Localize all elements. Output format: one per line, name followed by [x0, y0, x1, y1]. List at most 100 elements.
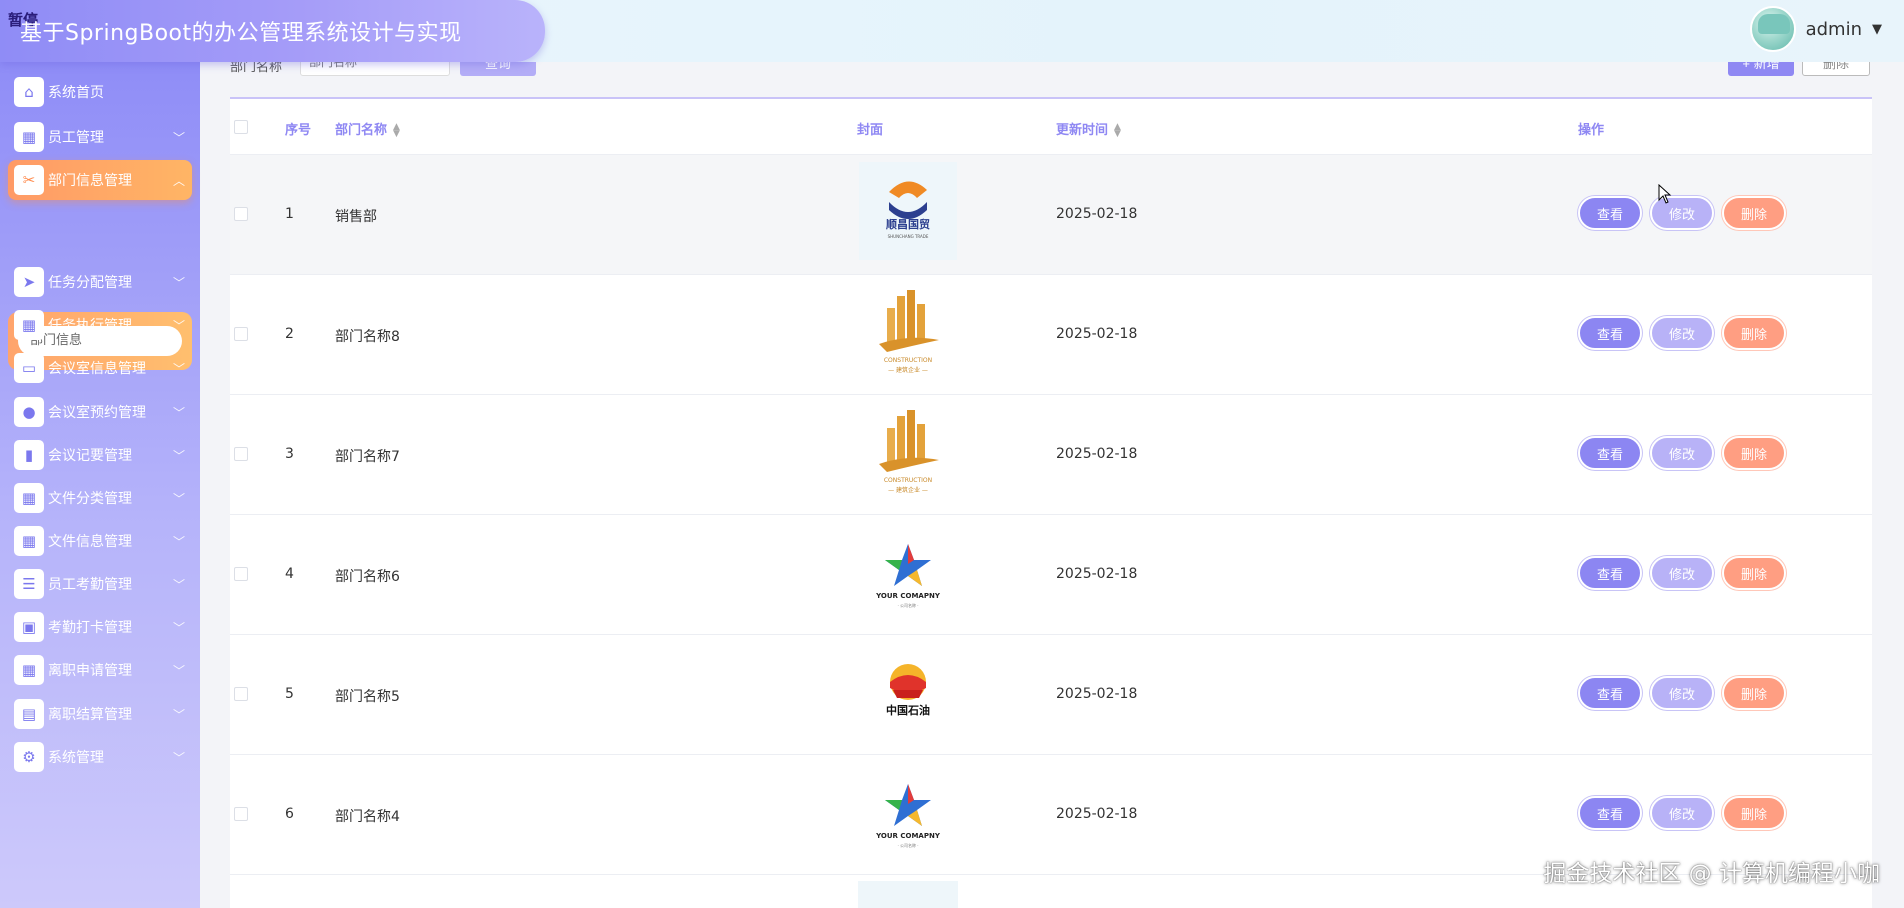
petro-logo[interactable]: 中国石油	[858, 641, 958, 741]
sidebar-item-label: 离职申请管理	[48, 663, 132, 679]
chevron-down-icon[interactable]: ﹀	[166, 706, 192, 723]
edit-button[interactable]: 修改	[1650, 316, 1714, 350]
view-button[interactable]: 查看	[1578, 556, 1642, 590]
table-row[interactable]: 3 部门名称7 CONSTRUCTION — 建筑企业 — 2025-02-18 查看 修改…	[230, 395, 1872, 515]
construction-logo[interactable]: CONSTRUCTION — 建筑企业 —	[858, 281, 958, 381]
row-checkbox[interactable]	[234, 327, 248, 341]
col-name[interactable]: 部门名称 ▲ ▼	[335, 119, 400, 138]
sidebar-item-7[interactable]: ● 会议室预约管理 ﹀	[8, 392, 192, 432]
sidebar-item-2[interactable]: ▦ 员工管理 ﹀	[8, 117, 192, 157]
table-row[interactable]: 2 部门名称8 CONSTRUCTION — 建筑企业 — 2025-02-18 查看 修改…	[230, 275, 1872, 395]
table-row[interactable]: 4 部门名称6 YOUR COMAPNY · 公司名称 · 2025-02-18 查看 修改…	[230, 515, 1872, 635]
sidebar-item-label: 离职结算管理	[48, 707, 132, 723]
ticket-icon: ✂	[14, 165, 44, 195]
data-table: 序号 部门名称 ▲ ▼ 封面 更新时间 ▲ ▼ 操作 1 销售部 顺昌国贸 SHUNCHANG…	[230, 97, 1872, 908]
sidebar-item-14[interactable]: ▤ 离职结算管理 ﹀	[8, 694, 192, 734]
edit-button[interactable]: 修改	[1650, 556, 1714, 590]
row-actions: 查看 修改 删除	[1578, 436, 1786, 470]
chevron-up-icon[interactable]: ︿	[166, 172, 192, 189]
delete-button[interactable]: 删除	[1722, 196, 1786, 230]
row-dept-name: 部门名称4	[335, 809, 400, 825]
sidebar-item-15[interactable]: ⚙ 系统管理 ﹀	[8, 737, 192, 777]
chevron-down-icon[interactable]: ﹀	[166, 447, 192, 464]
delete-button[interactable]: 删除	[1722, 556, 1786, 590]
chevron-down-icon[interactable]: ﹀	[166, 317, 192, 334]
chevron-down-icon[interactable]: ﹀	[166, 274, 192, 291]
clipboard-icon: ▣	[14, 612, 44, 642]
chevron-down-icon[interactable]: ﹀	[166, 490, 192, 507]
delete-button[interactable]: 删除	[1722, 316, 1786, 350]
monitor-icon: ▭	[14, 353, 44, 383]
sidebar-item-8[interactable]: ▮ 会议记要管理 ﹀	[8, 435, 192, 475]
svg-text:顺昌国贸: 顺昌国贸	[886, 217, 930, 231]
notebook-icon: ▮	[14, 440, 44, 470]
user-menu[interactable]: admin ▼	[1749, 6, 1882, 52]
delete-button[interactable]: 删除	[1722, 676, 1786, 710]
row-dept-name: 销售部	[335, 209, 377, 225]
col-updated[interactable]: 更新时间 ▲ ▼	[1056, 119, 1121, 138]
row-index: 3	[285, 446, 294, 462]
row-checkbox[interactable]	[234, 447, 248, 461]
chevron-down-icon[interactable]: ﹀	[166, 662, 192, 679]
sidebar-item-label: 员工管理	[48, 130, 104, 146]
wallet-icon: ▤	[14, 699, 44, 729]
star-logo[interactable]: YOUR COMAPNY · 公司名称 ·	[858, 521, 958, 621]
row-actions: 查看 修改 删除	[1578, 676, 1786, 710]
sidebar-item-4[interactable]: ➤ 任务分配管理 ﹀	[8, 262, 192, 302]
table-row[interactable]: 1 销售部 顺昌国贸 SHUNCHANG TRADE 2025-02-18 查看 修改 删除	[230, 155, 1872, 275]
col-name-label: 部门名称	[335, 123, 388, 138]
sidebar-item-6[interactable]: ▭ 会议室信息管理 ﹀	[8, 348, 192, 388]
chevron-down-icon[interactable]: ﹀	[166, 749, 192, 766]
sidebar-item-11[interactable]: ☰ 员工考勤管理 ﹀	[8, 564, 192, 604]
view-button[interactable]: 查看	[1578, 316, 1642, 350]
chevron-down-icon[interactable]: ﹀	[166, 129, 192, 146]
sort-icon[interactable]: ▲ ▼	[393, 122, 400, 138]
sidebar-item-1[interactable]: ⌂ 系统首页	[8, 72, 192, 112]
row-checkbox[interactable]	[234, 807, 248, 821]
chevron-down-icon[interactable]: ﹀	[166, 360, 192, 377]
app-title: 基于SpringBoot的办公管理系统设计与实现	[20, 21, 462, 46]
construction-logo[interactable]: CONSTRUCTION — 建筑企业 —	[858, 401, 958, 501]
sidebar-item-3[interactable]: ✂ 部门信息管理 ︿	[8, 160, 192, 200]
view-button[interactable]: 查看	[1578, 676, 1642, 710]
username[interactable]: admin	[1806, 19, 1862, 40]
view-button[interactable]: 查看	[1578, 196, 1642, 230]
sidebar-item-9[interactable]: ▦ 文件分类管理 ﹀	[8, 478, 192, 518]
grid-icon: ▦	[14, 655, 44, 685]
avatar[interactable]	[1749, 6, 1796, 52]
select-all-checkbox[interactable]	[234, 120, 248, 134]
sidebar-item-13[interactable]: ▦ 离职申请管理 ﹀	[8, 650, 192, 690]
sidebar-item-10[interactable]: ▦ 文件信息管理 ﹀	[8, 521, 192, 561]
svg-text:CONSTRUCTION: CONSTRUCTION	[884, 477, 932, 484]
table-row[interactable]: 5 部门名称5 中国石油 2025-02-18 查看 修改 删除	[230, 635, 1872, 755]
edit-button[interactable]: 修改	[1650, 436, 1714, 470]
row-checkbox[interactable]	[234, 567, 248, 581]
star-logo[interactable]: YOUR COMAPNY · 公司名称 ·	[858, 761, 958, 861]
title-banner: 暂停 基于SpringBoot的办公管理系统设计与实现	[0, 0, 545, 62]
edit-button[interactable]: 修改	[1650, 676, 1714, 710]
row-checkbox[interactable]	[234, 207, 248, 221]
edit-button[interactable]: 修改	[1650, 796, 1714, 830]
sidebar-item-label: 部门信息管理	[48, 173, 132, 189]
row-checkbox[interactable]	[234, 687, 248, 701]
chevron-down-icon[interactable]: ﹀	[166, 533, 192, 550]
view-button[interactable]: 查看	[1578, 436, 1642, 470]
col-updated-label: 更新时间	[1056, 123, 1109, 138]
chevron-down-icon[interactable]: ﹀	[166, 576, 192, 593]
sort-icon[interactable]: ▲ ▼	[1114, 122, 1121, 138]
sidebar-item-5[interactable]: ▦ 任务执行管理 ﹀	[8, 305, 192, 345]
user-icon: ●	[14, 397, 44, 427]
row-updated: 2025-02-18	[1056, 446, 1138, 462]
delete-button[interactable]: 删除	[1722, 436, 1786, 470]
sidebar-item-12[interactable]: ▣ 考勤打卡管理 ﹀	[8, 607, 192, 647]
caret-down-icon[interactable]: ▼	[1872, 22, 1882, 37]
row-updated: 2025-02-18	[1056, 206, 1138, 222]
chevron-down-icon[interactable]: ﹀	[166, 619, 192, 636]
table-header: 序号 部门名称 ▲ ▼ 封面 更新时间 ▲ ▼ 操作	[230, 99, 1872, 155]
delete-button[interactable]: 删除	[1722, 796, 1786, 830]
chevron-down-icon[interactable]: ﹀	[166, 404, 192, 421]
view-button[interactable]: 查看	[1578, 796, 1642, 830]
svg-text:CONSTRUCTION: CONSTRUCTION	[884, 357, 932, 364]
trade-logo[interactable]: 顺昌国贸 SHUNCHANG TRADE	[858, 161, 958, 261]
row-updated: 2025-02-18	[1056, 566, 1138, 582]
